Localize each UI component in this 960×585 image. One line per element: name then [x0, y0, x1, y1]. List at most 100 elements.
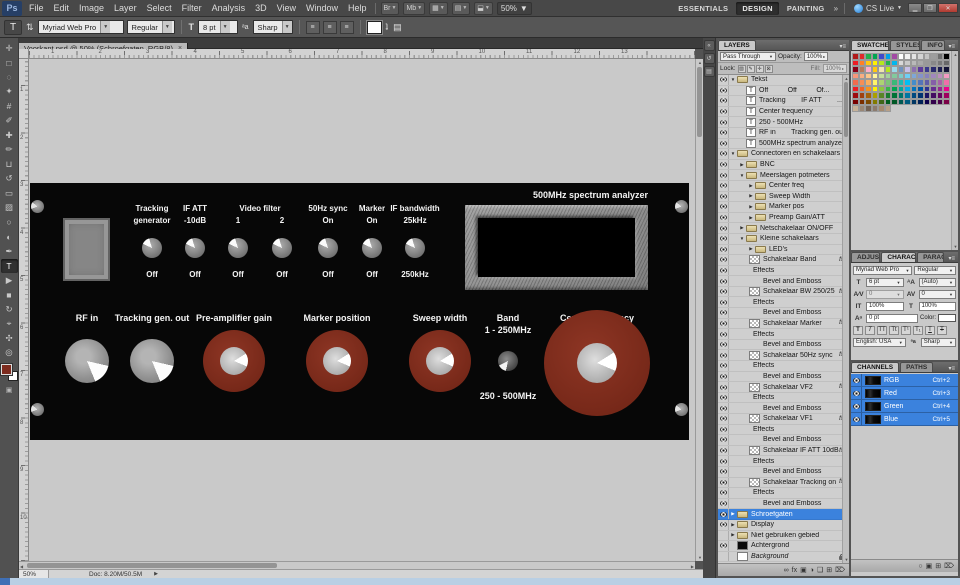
blend-mode-select[interactable]: Pass Through▼ [720, 52, 776, 61]
visibility-toggle[interactable] [718, 552, 729, 562]
tab-styles[interactable]: STYLES [890, 40, 920, 50]
scrollbar-thumb[interactable] [844, 82, 848, 137]
layer-row[interactable]: Schakelaar Bandfx▴ [718, 255, 849, 266]
align-left-icon[interactable]: ≡ [306, 21, 320, 34]
layer-row[interactable]: ▶Niet gebruiken gebied [718, 531, 849, 542]
expand-arrow-icon[interactable]: ▶ [747, 183, 755, 189]
menu-3d[interactable]: 3D [250, 0, 272, 17]
toggle-panels-icon[interactable]: ▤ [392, 22, 403, 33]
visibility-toggle[interactable] [718, 308, 729, 318]
layer-row[interactable]: TCenter frequency [718, 107, 849, 118]
lock-transparency-icon[interactable]: ▨ [738, 65, 746, 73]
visibility-toggle[interactable] [718, 192, 729, 202]
visibility-toggle[interactable] [718, 488, 729, 498]
pen-tool[interactable]: ✒ [1, 244, 18, 259]
layer-effects-row[interactable]: Effects [718, 488, 849, 499]
layer-row[interactable]: ▼Meerslagen potmeters [718, 170, 849, 181]
layer-row[interactable]: ▶Preamp Gain/ATT [718, 213, 849, 224]
visibility-toggle[interactable] [718, 340, 729, 350]
type-tool-preset[interactable]: T [4, 20, 22, 35]
visibility-toggle[interactable] [718, 128, 729, 138]
layer-row[interactable]: T250 - 500MHz [718, 117, 849, 128]
warp-text-icon[interactable]: ʇ [385, 22, 390, 32]
visibility-toggle[interactable] [718, 425, 729, 435]
rectangular-marquee-tool[interactable]: □ [1, 56, 18, 71]
panel-menu-icon[interactable]: ▾≡ [946, 43, 959, 50]
visibility-toggle[interactable] [718, 456, 729, 466]
tab-layers[interactable]: LAYERS [718, 40, 756, 50]
char-language-select[interactable]: English: USA▼ [853, 338, 906, 347]
panel-menu-icon[interactable]: ▾≡ [945, 365, 958, 372]
workspace-tab-painting[interactable]: PAINTING [781, 2, 831, 15]
visibility-toggle[interactable] [718, 223, 729, 233]
lock-all-icon[interactable]: ⊠ [765, 65, 773, 73]
vertical-scrollbar[interactable]: ▲ ▼ [695, 59, 703, 561]
lasso-tool[interactable]: ◌ [1, 70, 18, 85]
font-style-select[interactable]: Regular▼ [127, 20, 175, 34]
layer-row[interactable]: ▶LED's [718, 245, 849, 256]
delete-channel-icon[interactable]: ⌦ [944, 562, 954, 570]
new-adjustment-layer-icon[interactable]: ◑ [810, 567, 814, 574]
visibility-toggle[interactable] [718, 213, 729, 223]
visibility-toggle[interactable] [718, 107, 729, 117]
visibility-toggle[interactable] [718, 372, 729, 382]
visibility-toggle[interactable] [718, 149, 729, 159]
layer-effect-item-row[interactable]: Bevel and Emboss [718, 467, 849, 478]
new-channel-icon[interactable]: ⊞ [935, 562, 941, 570]
visibility-toggle[interactable] [718, 403, 729, 413]
scrollbar-thumb[interactable] [697, 67, 702, 137]
style-button-6[interactable]: T [925, 326, 935, 335]
ps-logo-icon[interactable]: Ps [2, 1, 22, 16]
visibility-toggle[interactable] [718, 393, 729, 403]
panel-menu-icon[interactable]: ▾≡ [836, 43, 849, 50]
tab-paths[interactable]: PATHS [900, 362, 933, 372]
expand-arrow-icon[interactable]: ▶ [729, 532, 737, 538]
visibility-toggle[interactable] [718, 160, 729, 170]
status-zoom-field[interactable]: 50% [19, 570, 49, 578]
visibility-toggle[interactable] [718, 414, 729, 424]
char-hscale-field[interactable]: 100% [919, 302, 957, 311]
visibility-toggle[interactable] [718, 86, 729, 96]
visibility-toggle[interactable] [718, 509, 729, 519]
layer-effect-item-row[interactable]: Bevel and Emboss [718, 340, 849, 351]
visibility-toggle[interactable] [718, 499, 729, 509]
3d-rotate-tool[interactable]: ↻ [1, 302, 18, 317]
expand-dock-icon[interactable]: « [704, 40, 715, 51]
quick-selection-tool[interactable]: ✦ [1, 85, 18, 100]
layer-effects-row[interactable]: Effects [718, 393, 849, 404]
quick-mask-icon[interactable]: ▣ [6, 386, 13, 394]
info-panel-icon[interactable]: ▤ [704, 66, 715, 77]
channel-row[interactable]: BlueCtrl+5 [851, 413, 958, 426]
expand-arrow-icon[interactable]: ▶ [747, 193, 755, 199]
zoom-tool[interactable]: ◎ [1, 346, 18, 361]
minimize-button[interactable]: ▁ [908, 3, 922, 13]
eyedropper-tool[interactable]: ✐ [1, 114, 18, 129]
style-button-4[interactable]: T¹ [901, 326, 911, 335]
visibility-toggle[interactable] [718, 446, 729, 456]
cs-live-button[interactable]: CS Live ▼ [854, 4, 902, 13]
menu-layer[interactable]: Layer [109, 0, 142, 17]
panel-menu-icon[interactable]: ▾≡ [945, 255, 958, 262]
visibility-toggle[interactable] [718, 96, 729, 106]
restore-button[interactable]: ❐ [923, 3, 937, 13]
layer-row[interactable]: TRF in Tracking gen. out ... [718, 128, 849, 139]
layer-row[interactable]: ▼Tekst [718, 75, 849, 86]
layer-row[interactable]: Achtergrond [718, 541, 849, 552]
screen-mode-icon[interactable]: ⬓▼ [474, 2, 493, 15]
layer-row[interactable]: ▶BNC [718, 160, 849, 171]
align-center-icon[interactable]: ≡ [323, 21, 337, 34]
visibility-toggle[interactable] [718, 478, 729, 488]
menu-file[interactable]: File [24, 0, 49, 17]
visibility-toggle[interactable] [718, 329, 729, 339]
menu-view[interactable]: View [272, 0, 301, 17]
layer-row[interactable]: Schakelaar BW 250/25fx▴ [718, 287, 849, 298]
hand-tool[interactable]: ✣ [1, 331, 18, 346]
path-selection-tool[interactable]: ▶ [1, 273, 18, 288]
history-brush-tool[interactable]: ↺ [1, 172, 18, 187]
menu-help[interactable]: Help [343, 0, 372, 17]
layer-row[interactable]: Schakelaar IF ATT 10dBfx▴ [718, 446, 849, 457]
visibility-toggle[interactable] [718, 181, 729, 191]
swatches-scrollbar[interactable]: ▲ ▼ [951, 51, 958, 250]
visibility-toggle[interactable] [718, 245, 729, 255]
visibility-toggle[interactable] [718, 255, 729, 265]
